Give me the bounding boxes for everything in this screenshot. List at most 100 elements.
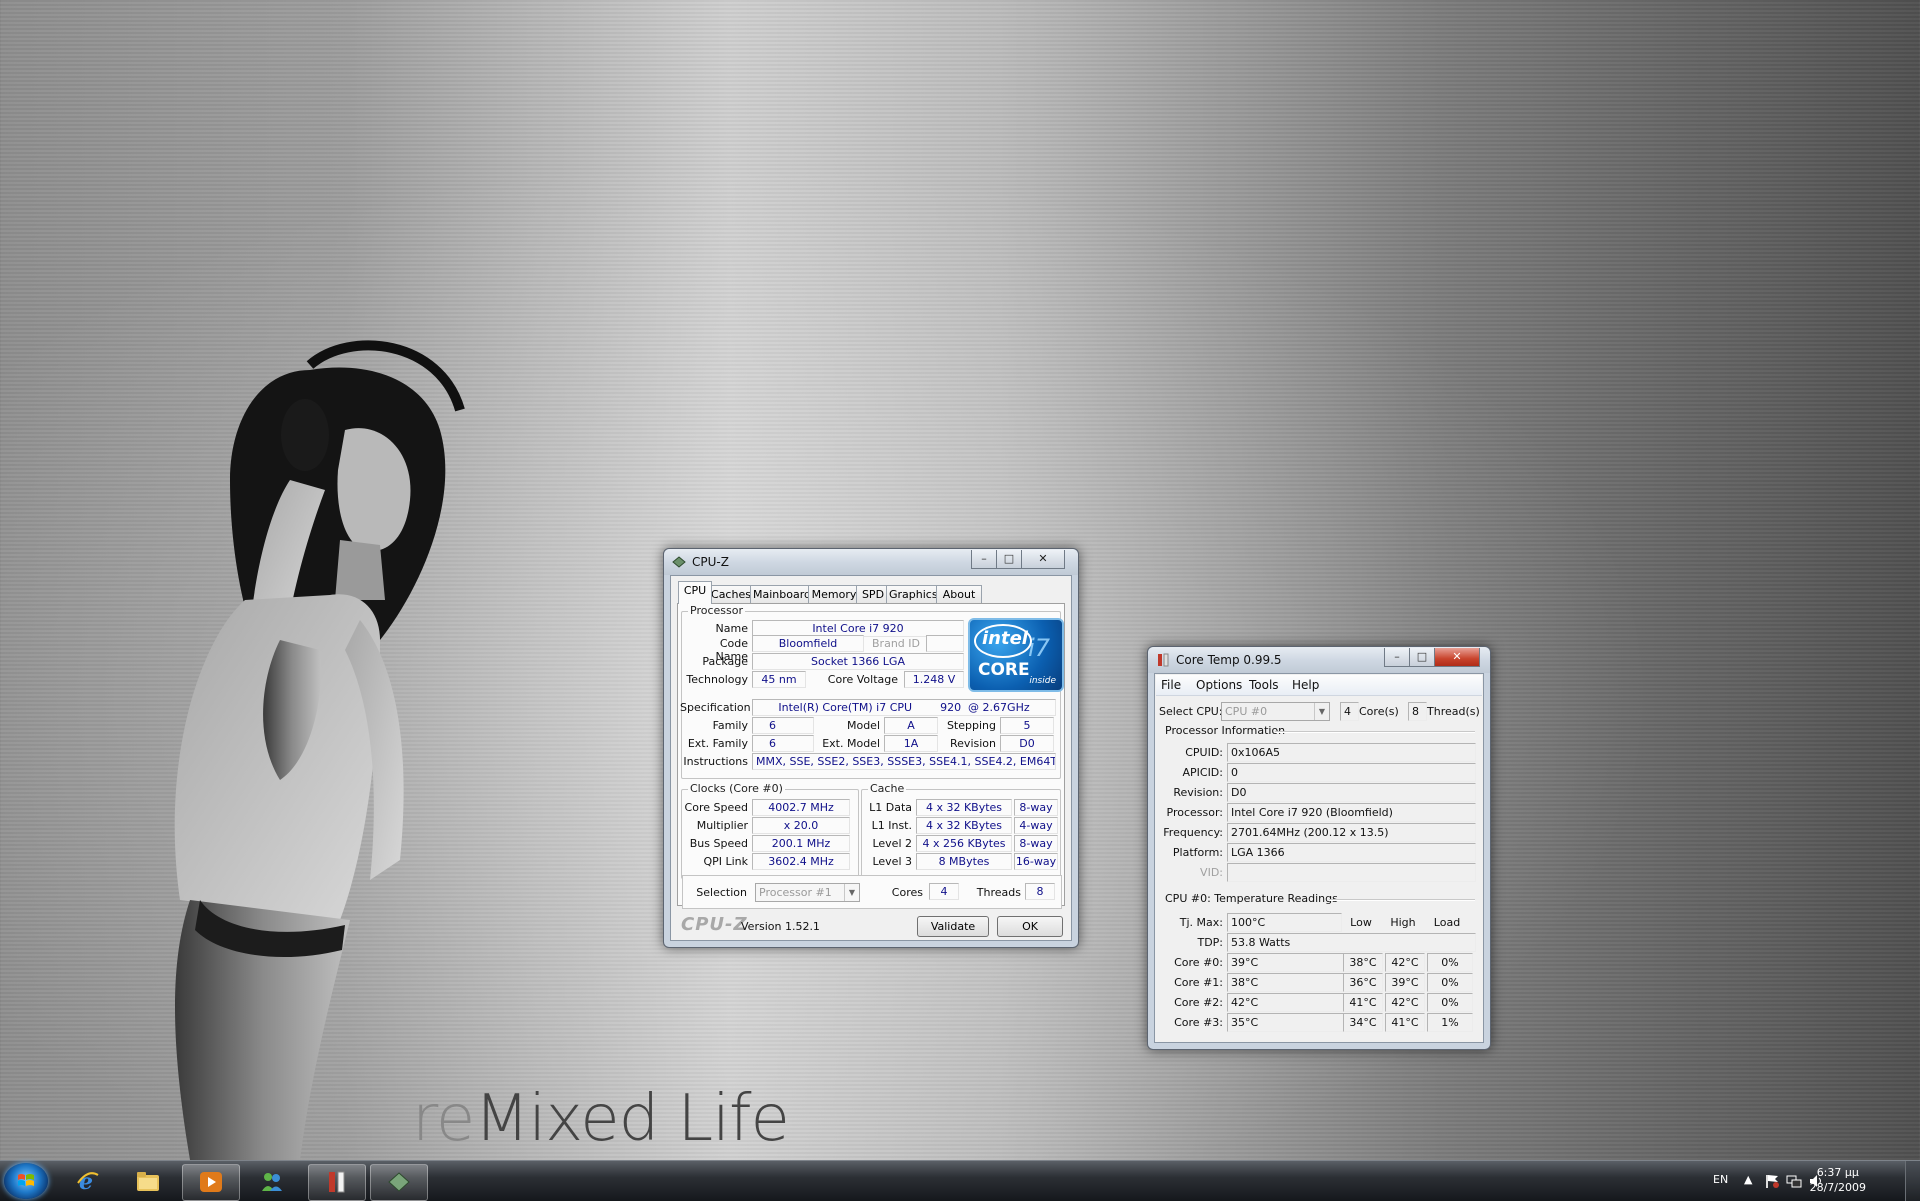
select-cpu-dropdown[interactable]: CPU #0 ▼ <box>1221 702 1330 721</box>
minimize-button[interactable]: – <box>971 550 997 569</box>
spec-value: Intel(R) Core(TM) i7 CPU 920 @ 2.67GHz <box>752 699 1056 716</box>
taskbar-cpu-z[interactable] <box>370 1164 428 1201</box>
extmodel-value: 1A <box>884 735 938 752</box>
minimize-button[interactable]: – <box>1384 648 1410 667</box>
revision-label: Revision: <box>1173 786 1223 799</box>
select-cpu-value: CPU #0 <box>1225 705 1268 718</box>
core0-load: 0% <box>1427 953 1473 972</box>
menu-options[interactable]: Options <box>1196 678 1242 692</box>
action-center-flag-icon[interactable] <box>1764 1173 1780 1189</box>
processor-select[interactable]: Processor #1 ▼ <box>755 883 860 902</box>
tab-graphics[interactable]: Graphics <box>886 585 940 603</box>
processor-info-separator <box>1275 731 1475 733</box>
core0-low: 38°C <box>1343 953 1383 972</box>
cpu-tab-panel: Processor Name Intel Core i7 920 Code Na… <box>677 603 1065 906</box>
cache-l1i-label: L1 Inst. <box>871 819 912 832</box>
instructions-label: Instructions <box>683 755 748 768</box>
caption-re: re <box>412 1082 475 1156</box>
tab-caches[interactable]: Caches <box>708 585 754 603</box>
taskbar-media-player[interactable] <box>182 1164 240 1201</box>
core2-high: 42°C <box>1385 993 1425 1012</box>
ok-button[interactable]: OK <box>997 916 1063 937</box>
core-temp-icon <box>329 1171 345 1193</box>
bus-speed-label: Bus Speed <box>689 837 748 850</box>
model-label: Model <box>846 719 880 732</box>
cpuz-titlebar[interactable]: CPU-Z – □ ✕ <box>664 549 1078 575</box>
cache-l2-size: 4 x 256 KBytes <box>916 835 1012 852</box>
processor-info-title: Processor Information <box>1165 724 1286 737</box>
cache-group-title: Cache <box>868 782 907 795</box>
temps-separator <box>1329 899 1475 901</box>
language-indicator[interactable]: EN <box>1713 1173 1728 1186</box>
coretemp-window[interactable]: Core Temp 0.99.5 – □ ✕ File Options Tool… <box>1147 646 1491 1050</box>
cache-l1d-size: 4 x 32 KBytes <box>916 799 1012 816</box>
core1-low: 36°C <box>1343 973 1383 992</box>
logo-inside-text: inside <box>1029 676 1056 686</box>
maximize-button[interactable]: □ <box>996 550 1022 569</box>
maximize-button[interactable]: □ <box>1409 648 1435 667</box>
extfamily-label: Ext. Family <box>687 737 748 750</box>
clocks-group-title: Clocks (Core #0) <box>688 782 785 795</box>
cores-count-label: Core(s) <box>1359 705 1399 718</box>
taskbar-messenger[interactable] <box>244 1164 300 1199</box>
package-value: Socket 1366 LGA <box>752 653 964 670</box>
frequency-value: 2701.64MHz (200.12 x 13.5) <box>1227 823 1476 842</box>
core2-label: Core #2: <box>1174 996 1223 1009</box>
show-hidden-icons-icon[interactable]: ▲ <box>1744 1173 1752 1186</box>
col-low: Low <box>1350 916 1372 929</box>
stepping-label: Stepping <box>946 719 996 732</box>
close-button[interactable]: ✕ <box>1434 648 1480 667</box>
tjmax-value: 100°C <box>1227 913 1342 932</box>
platform-label: Platform: <box>1172 846 1223 859</box>
messenger-icon <box>262 1173 282 1191</box>
processor-group-title: Processor <box>688 604 745 617</box>
network-icon[interactable] <box>1786 1173 1802 1189</box>
multiplier-label: Multiplier <box>696 819 748 832</box>
tab-memory[interactable]: Memory <box>808 585 860 603</box>
clock[interactable]: 6:37 μμ 28/7/2009 <box>1810 1165 1866 1195</box>
apicid-label: APICID: <box>1182 766 1223 779</box>
start-button[interactable] <box>4 1163 48 1199</box>
taskbar: e EN ▲ 6:37 μμ 28/7/2009 <box>0 1160 1920 1201</box>
frequency-label: Frequency: <box>1163 826 1223 839</box>
cpuz-version: Version 1.52.1 <box>741 920 820 933</box>
core2-load: 0% <box>1427 993 1473 1012</box>
menu-file[interactable]: File <box>1161 678 1181 692</box>
chevron-down-icon[interactable]: ▼ <box>844 884 859 901</box>
tab-mainboard[interactable]: Mainboard <box>750 585 812 603</box>
windows-logo-icon <box>18 1174 34 1186</box>
menu-bar: File Options Tools Help <box>1156 675 1482 696</box>
stepping-value: 5 <box>1000 717 1054 734</box>
technology-value: 45 nm <box>752 671 806 688</box>
logo-intel-text: intel <box>982 628 1028 649</box>
vid-value <box>1227 863 1476 882</box>
qpi-label: QPI Link <box>703 855 748 868</box>
media-player-icon <box>200 1172 222 1192</box>
col-high: High <box>1390 916 1416 929</box>
core-speed-label: Core Speed <box>684 801 748 814</box>
taskbar-core-temp[interactable] <box>308 1164 366 1201</box>
processor-select-value: Processor #1 <box>759 886 832 899</box>
chevron-down-icon[interactable]: ▼ <box>1314 703 1329 720</box>
taskbar-internet-explorer[interactable]: e <box>60 1164 116 1199</box>
core0-temp: 39°C <box>1227 953 1344 972</box>
close-button[interactable]: ✕ <box>1021 550 1065 569</box>
cores-count: 4 <box>1340 702 1359 721</box>
tab-about[interactable]: About <box>936 585 982 603</box>
cpu-z-icon <box>388 1172 410 1192</box>
validate-button[interactable]: Validate <box>917 916 989 937</box>
vid-label: VID: <box>1200 866 1223 879</box>
show-desktop-button[interactable] <box>1905 1161 1920 1201</box>
tab-cpu[interactable]: CPU <box>678 581 712 604</box>
name-label: Name <box>715 622 748 635</box>
core1-load: 0% <box>1427 973 1473 992</box>
apicid-value: 0 <box>1227 763 1476 782</box>
menu-help[interactable]: Help <box>1292 678 1319 692</box>
internet-explorer-icon: e <box>77 1169 99 1193</box>
multiplier-value: x 20.0 <box>752 817 850 834</box>
taskbar-windows-explorer[interactable] <box>120 1164 176 1199</box>
tab-spd[interactable]: SPD <box>856 585 890 603</box>
core3-load: 1% <box>1427 1013 1473 1032</box>
coretemp-titlebar[interactable]: Core Temp 0.99.5 – □ ✕ <box>1148 647 1490 673</box>
menu-tools[interactable]: Tools <box>1249 678 1279 692</box>
